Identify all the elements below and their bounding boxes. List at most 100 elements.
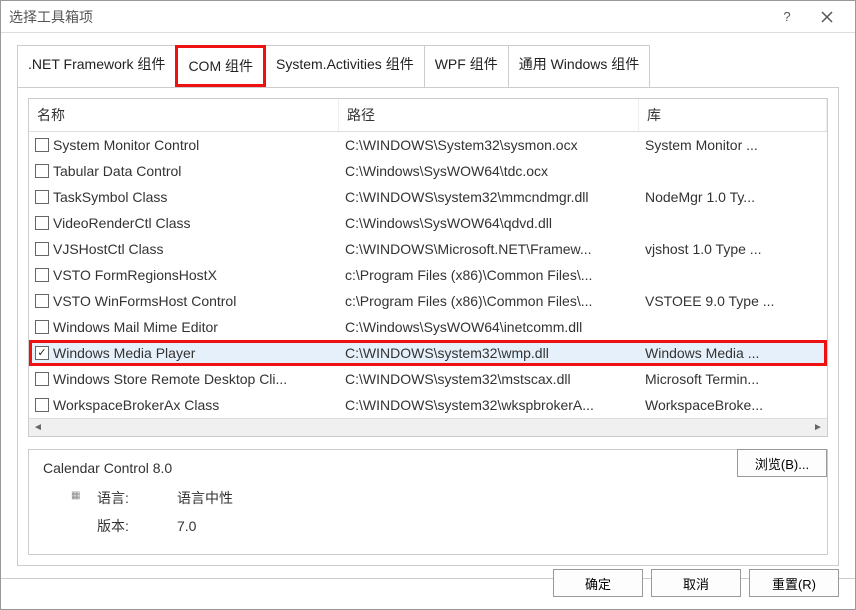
cell-library: vjshost 1.0 Type ... [639, 238, 827, 260]
column-name[interactable]: 名称 [29, 99, 339, 131]
cell-name: Windows Mail Mime Editor [29, 316, 339, 338]
cell-name: VJSHostCtl Class [29, 238, 339, 260]
row-checkbox[interactable] [35, 320, 49, 334]
row-name-text: Tabular Data Control [53, 163, 181, 179]
table-row[interactable]: Windows Store Remote Desktop Cli... C:\WI… [29, 366, 827, 392]
grid-body: System Monitor Control C:\WINDOWS\System3… [29, 132, 827, 418]
cell-name: VSTO FormRegionsHostX [29, 264, 339, 286]
close-button[interactable] [807, 3, 847, 31]
cell-name: VSTO WinFormsHost Control [29, 290, 339, 312]
cell-name: Windows Media Player [29, 342, 339, 364]
table-row[interactable]: TaskSymbol Class C:\WINDOWS\system32\mmcn… [29, 184, 827, 210]
cell-name: TaskSymbol Class [29, 186, 339, 208]
row-name-text: TaskSymbol Class [53, 189, 167, 205]
row-name-text: Windows Media Player [53, 345, 195, 361]
row-name-text: VSTO FormRegionsHostX [53, 267, 217, 283]
row-name-text: WorkspaceBrokerAx Class [53, 397, 219, 413]
titlebar: 选择工具箱项 ? [1, 1, 855, 33]
table-row[interactable]: VSTO FormRegionsHostX c:\Program Files (x… [29, 262, 827, 288]
row-checkbox[interactable] [35, 346, 49, 360]
cell-library [639, 272, 827, 278]
cell-library [639, 220, 827, 226]
cell-library [639, 324, 827, 330]
horizontal-scrollbar[interactable]: ◄ ► [29, 418, 827, 436]
row-checkbox[interactable] [35, 164, 49, 178]
table-row[interactable]: VSTO WinFormsHost Control c:\Program File… [29, 288, 827, 314]
grid-header: 名称 路径 库 [29, 99, 827, 132]
cell-library: VSTOEE 9.0 Type ... [639, 290, 827, 312]
tab-net-framework[interactable]: .NET Framework 组件 [17, 45, 176, 87]
language-value: 语言中性 [177, 488, 233, 508]
cell-name: Windows Store Remote Desktop Cli... [29, 368, 339, 390]
cell-path: c:\Program Files (x86)\Common Files\... [339, 290, 639, 312]
table-row[interactable]: VJSHostCtl Class C:\WINDOWS\Microsoft.NET… [29, 236, 827, 262]
table-row[interactable]: Windows Mail Mime Editor C:\Windows\SysWO… [29, 314, 827, 340]
cancel-button[interactable]: 取消 [651, 569, 741, 597]
cell-path: C:\Windows\SysWOW64\qdvd.dll [339, 212, 639, 234]
cell-path: C:\WINDOWS\system32\mstscax.dll [339, 368, 639, 390]
table-row[interactable]: VideoRenderCtl Class C:\Windows\SysWOW64\… [29, 210, 827, 236]
tab-universal-windows[interactable]: 通用 Windows 组件 [508, 45, 651, 87]
dialog-buttons: 确定 取消 重置(R) [553, 569, 839, 597]
scroll-right-icon[interactable]: ► [809, 419, 827, 437]
cell-library: System Monitor ... [639, 134, 827, 156]
row-name-text: Windows Mail Mime Editor [53, 319, 218, 335]
component-icon: ▦ [71, 490, 87, 506]
tab-wpf[interactable]: WPF 组件 [424, 45, 509, 87]
cell-path: C:\WINDOWS\system32\mmcndmgr.dll [339, 186, 639, 208]
cell-path: C:\WINDOWS\system32\wmp.dll [339, 342, 639, 364]
cell-library [639, 168, 827, 174]
cell-library: Windows Media ... [639, 342, 827, 364]
tab-com-components[interactable]: COM 组件 [175, 45, 266, 87]
row-checkbox[interactable] [35, 190, 49, 204]
row-checkbox[interactable] [35, 268, 49, 282]
version-value: 7.0 [177, 518, 196, 534]
tab-system-activities[interactable]: System.Activities 组件 [265, 45, 425, 87]
cell-path: c:\Program Files (x86)\Common Files\... [339, 264, 639, 286]
table-row[interactable]: Windows Media Player C:\WINDOWS\system32\… [29, 340, 827, 366]
row-checkbox[interactable] [35, 216, 49, 230]
language-label: 语言: [97, 488, 177, 508]
browse-button[interactable]: 浏览(B)... [737, 449, 827, 477]
detail-title: Calendar Control 8.0 [43, 460, 813, 476]
dialog-window: 选择工具箱项 ? .NET Framework 组件 COM 组件 System… [0, 0, 856, 610]
help-icon: ? [783, 9, 790, 24]
cell-path: C:\WINDOWS\Microsoft.NET\Framew... [339, 238, 639, 260]
tab-strip: .NET Framework 组件 COM 组件 System.Activiti… [17, 45, 839, 88]
row-name-text: VJSHostCtl Class [53, 241, 163, 257]
row-name-text: VideoRenderCtl Class [53, 215, 190, 231]
cell-name: VideoRenderCtl Class [29, 212, 339, 234]
table-row[interactable]: Tabular Data Control C:\Windows\SysWOW64\… [29, 158, 827, 184]
detail-panel: Calendar Control 8.0 ▦ 语言: 语言中性 版本: 7.0 [28, 449, 828, 555]
row-checkbox[interactable] [35, 372, 49, 386]
cell-name: WorkspaceBrokerAx Class [29, 394, 339, 416]
cell-path: C:\WINDOWS\system32\wkspbrokerA... [339, 394, 639, 416]
row-name-text: System Monitor Control [53, 137, 199, 153]
cell-name: System Monitor Control [29, 134, 339, 156]
row-checkbox[interactable] [35, 398, 49, 412]
reset-button[interactable]: 重置(R) [749, 569, 839, 597]
row-checkbox[interactable] [35, 138, 49, 152]
cell-library: WorkspaceBroke... [639, 394, 827, 416]
dialog-content: .NET Framework 组件 COM 组件 System.Activiti… [1, 33, 855, 591]
close-icon [821, 11, 833, 23]
cell-path: C:\Windows\SysWOW64\inetcomm.dll [339, 316, 639, 338]
window-title: 选择工具箱项 [9, 7, 767, 27]
table-row[interactable]: System Monitor Control C:\WINDOWS\System3… [29, 132, 827, 158]
cell-library: NodeMgr 1.0 Ty... [639, 186, 827, 208]
row-name-text: Windows Store Remote Desktop Cli... [53, 371, 287, 387]
row-checkbox[interactable] [35, 242, 49, 256]
list-container: 名称 路径 库 System Monitor Control C:\WINDOWS… [17, 88, 839, 566]
row-checkbox[interactable] [35, 294, 49, 308]
cell-path: C:\WINDOWS\System32\sysmon.ocx [339, 134, 639, 156]
column-path[interactable]: 路径 [339, 99, 639, 131]
cell-name: Tabular Data Control [29, 160, 339, 182]
row-name-text: VSTO WinFormsHost Control [53, 293, 236, 309]
column-library[interactable]: 库 [639, 99, 827, 131]
help-button[interactable]: ? [767, 3, 807, 31]
scroll-left-icon[interactable]: ◄ [29, 419, 47, 437]
component-grid: 名称 路径 库 System Monitor Control C:\WINDOWS… [28, 98, 828, 437]
table-row[interactable]: WorkspaceBrokerAx Class C:\WINDOWS\system… [29, 392, 827, 418]
cell-path: C:\Windows\SysWOW64\tdc.ocx [339, 160, 639, 182]
ok-button[interactable]: 确定 [553, 569, 643, 597]
